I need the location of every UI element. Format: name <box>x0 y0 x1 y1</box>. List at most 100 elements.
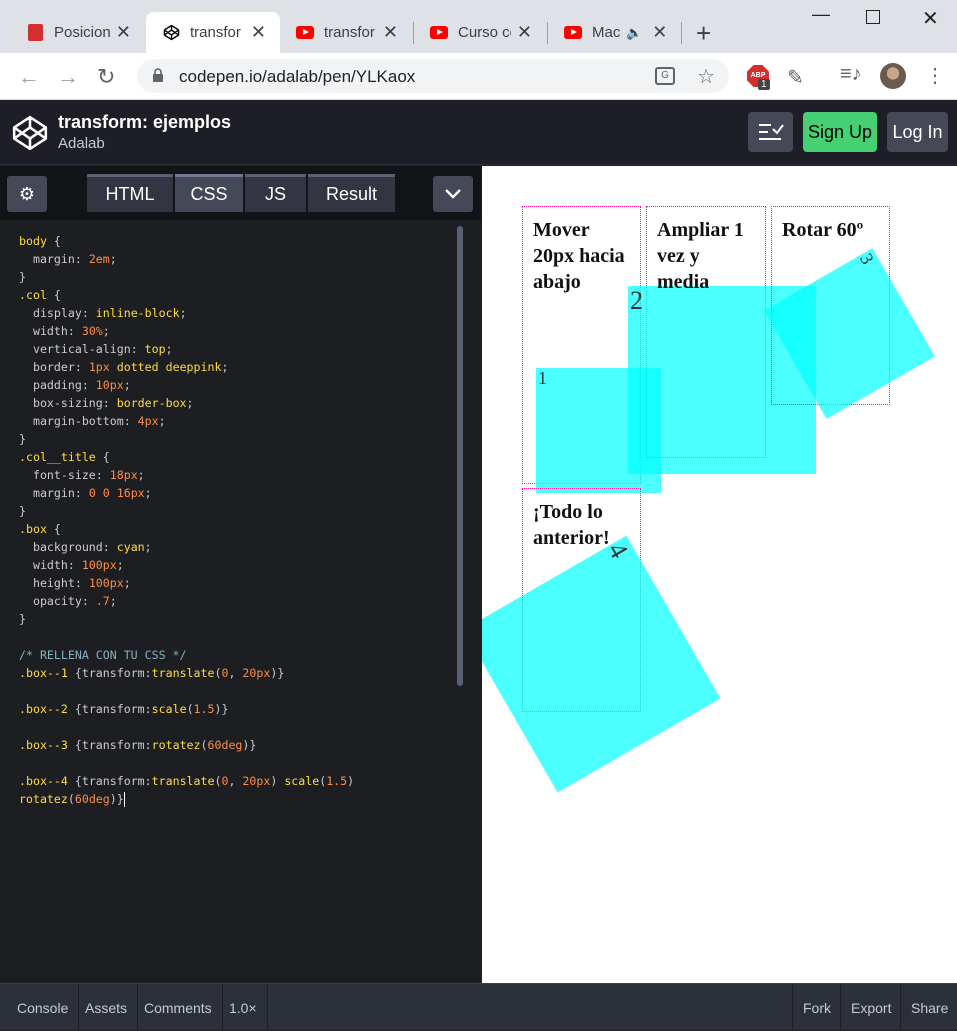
code-line[interactable]: margin: 2em; <box>19 250 481 268</box>
code-line[interactable] <box>19 682 481 700</box>
code-line[interactable]: background: cyan; <box>19 538 481 556</box>
close-tab-icon[interactable]: ✕ <box>251 22 266 43</box>
share-button[interactable]: Share <box>900 984 957 1031</box>
box-label: 1 <box>538 368 547 388</box>
browser-tab-active[interactable]: transfor ✕ <box>146 12 280 53</box>
reload-icon[interactable]: ↻ <box>97 64 115 90</box>
code-line[interactable]: } <box>19 610 481 628</box>
code-token: .box--4 <box>19 774 68 788</box>
browser-tab[interactable]: transfor ✕ <box>280 12 412 53</box>
box-4: 4 <box>482 535 721 793</box>
code-line[interactable]: } <box>19 502 481 520</box>
tab-js[interactable]: JS <box>245 174 306 212</box>
text-caret <box>123 792 125 807</box>
zoom-button[interactable]: 1.0× <box>219 984 268 1031</box>
editor-scrollbar[interactable] <box>457 226 463 686</box>
back-icon[interactable]: ← <box>18 64 40 90</box>
change-view-button[interactable] <box>748 112 793 152</box>
code-line[interactable]: opacity: .7; <box>19 592 481 610</box>
code-line[interactable]: .box { <box>19 520 481 538</box>
code-token: inline-block <box>95 306 180 320</box>
code-line[interactable]: box-sizing: border-box; <box>19 394 481 412</box>
code-token: } <box>19 270 26 284</box>
code-line[interactable]: /* RELLENA CON TU CSS */ <box>19 646 481 664</box>
code-line[interactable]: } <box>19 268 481 286</box>
console-button[interactable]: Console <box>8 984 80 1031</box>
url-text[interactable]: codepen.io/adalab/pen/YLKaox <box>179 67 415 87</box>
close-tab-icon[interactable]: ✕ <box>652 22 667 43</box>
code-line[interactable]: display: inline-block; <box>19 304 481 322</box>
tab-title: Posicion <box>54 24 110 41</box>
code-token: margin <box>19 252 75 266</box>
code-line[interactable]: margin: 0 0 16px; <box>19 484 481 502</box>
color-picker-extension-icon[interactable]: ✎ <box>787 65 804 90</box>
settings-gear-icon[interactable]: ⚙ <box>7 176 47 212</box>
code-token: 18px <box>109 468 138 482</box>
code-token: , <box>228 666 243 680</box>
code-line[interactable]: border: 1px dotted deeppink; <box>19 358 481 376</box>
code-line[interactable]: width: 30%; <box>19 322 481 340</box>
comments-button[interactable]: Comments <box>134 984 223 1031</box>
translate-icon[interactable]: G <box>655 67 675 85</box>
chevron-down-icon[interactable] <box>433 176 473 212</box>
address-bar[interactable]: codepen.io/adalab/pen/YLKaox G ☆ <box>137 59 729 93</box>
code-line[interactable]: .box--1 {transform:translate(0, 20px)} <box>19 664 481 682</box>
code-line[interactable]: .box--4 {transform:translate(0, 20px) sc… <box>19 772 481 790</box>
code-line[interactable] <box>19 628 481 646</box>
code-line[interactable]: margin-bottom: 4px; <box>19 412 481 430</box>
code-line[interactable]: vertical-align: top; <box>19 340 481 358</box>
code-token: .box <box>19 522 47 536</box>
audio-playing-icon[interactable]: 🔈 <box>626 25 642 41</box>
close-window-icon[interactable]: ✕ <box>922 6 939 31</box>
css-code-editor[interactable]: body { margin: 2em;} .col { display: inli… <box>0 220 481 983</box>
code-token: 0 0 16px <box>88 486 145 500</box>
pen-title[interactable]: transform: ejemplos <box>58 112 231 133</box>
fork-button[interactable]: Fork <box>792 984 841 1031</box>
close-tab-icon[interactable]: ✕ <box>116 22 131 43</box>
forward-icon[interactable]: → <box>57 64 79 90</box>
profile-avatar[interactable] <box>880 63 906 89</box>
code-line[interactable]: rotatez(60deg)} <box>19 790 481 808</box>
code-token: ) <box>347 774 355 788</box>
code-line[interactable]: .col__title { <box>19 448 481 466</box>
browser-tab[interactable]: Mac 🔈 ✕ <box>548 12 680 53</box>
code-line[interactable] <box>19 754 481 772</box>
code-line[interactable]: padding: 10px; <box>19 376 481 394</box>
tab-css[interactable]: CSS <box>175 174 243 212</box>
code-line[interactable]: .box--3 {transform:rotatez(60deg)} <box>19 736 481 754</box>
code-line[interactable]: height: 100px; <box>19 574 481 592</box>
assets-button[interactable]: Assets <box>75 984 139 1031</box>
code-line[interactable]: font-size: 18px; <box>19 466 481 484</box>
code-token: /* RELLENA CON TU CSS */ <box>19 648 187 662</box>
tab-html[interactable]: HTML <box>87 174 173 212</box>
browser-menu-icon[interactable]: ⋮ <box>925 63 945 88</box>
browser-tab[interactable]: Curso co ✕ <box>414 12 546 53</box>
browser-toolbar: ← → ↻ codepen.io/adalab/pen/YLKaox G ☆ A… <box>0 53 957 100</box>
sign-up-button[interactable]: Sign Up <box>803 112 877 152</box>
code-line[interactable]: width: 100px; <box>19 556 481 574</box>
pen-author[interactable]: Adalab <box>58 135 105 152</box>
code-token: top <box>144 342 166 356</box>
bookmark-star-icon[interactable]: ☆ <box>697 64 715 89</box>
code-token: : <box>74 252 89 266</box>
code-line[interactable]: } <box>19 430 481 448</box>
close-tab-icon[interactable]: ✕ <box>383 22 398 43</box>
code-line[interactable]: .box--2 {transform:scale(1.5)} <box>19 700 481 718</box>
code-token: transform <box>81 738 145 752</box>
code-line[interactable] <box>19 718 481 736</box>
new-tab-icon[interactable]: + <box>696 18 711 49</box>
code-token: border-box <box>116 396 187 410</box>
log-in-button[interactable]: Log In <box>887 112 948 152</box>
browser-tab[interactable]: Posicion ✕ <box>10 12 145 53</box>
minimize-icon[interactable]: — <box>812 4 830 25</box>
media-control-icon[interactable]: ≡♪ <box>840 63 862 86</box>
code-line[interactable]: .col { <box>19 286 481 304</box>
code-token: { <box>67 774 82 788</box>
code-line[interactable]: body { <box>19 232 481 250</box>
close-tab-icon[interactable]: ✕ <box>517 22 532 43</box>
export-button[interactable]: Export <box>840 984 901 1031</box>
maximize-icon[interactable] <box>866 10 880 24</box>
tab-result[interactable]: Result <box>308 174 395 212</box>
codepen-logo-icon[interactable] <box>11 114 49 152</box>
code-token: ( <box>186 702 194 716</box>
